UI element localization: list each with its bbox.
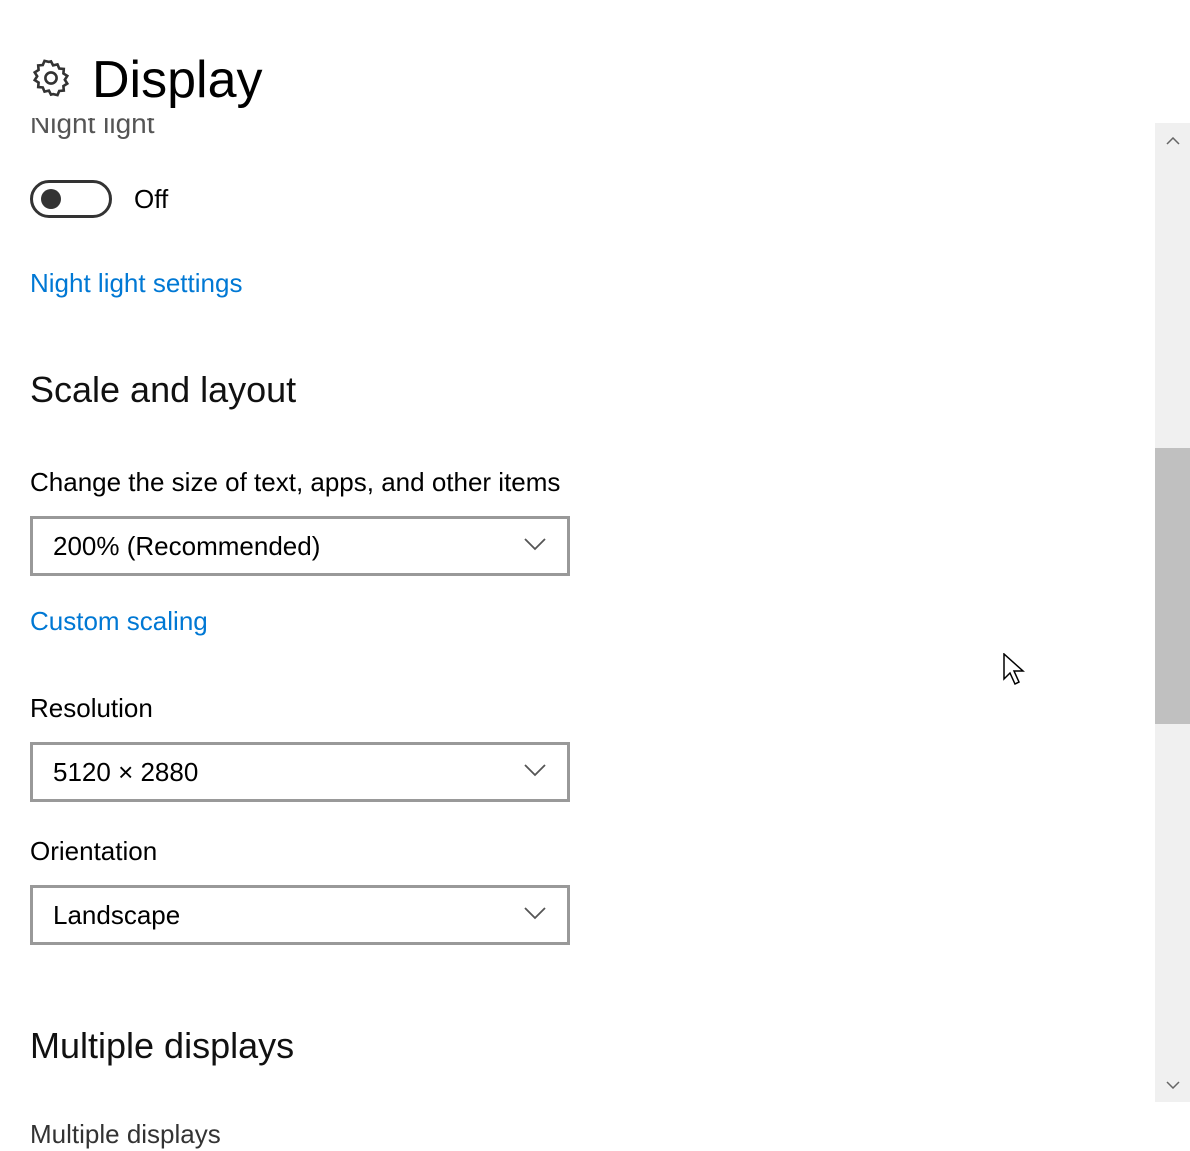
scale-size-dropdown[interactable]: 200% (Recommended)	[30, 516, 570, 576]
scroll-thumb[interactable]	[1155, 448, 1190, 724]
night-light-toggle[interactable]	[30, 180, 112, 218]
orientation-value: Landscape	[53, 900, 180, 931]
scale-size-label: Change the size of text, apps, and other…	[30, 467, 1070, 498]
toggle-knob	[41, 189, 61, 209]
scroll-down-arrow[interactable]	[1155, 1067, 1190, 1102]
night-light-toggle-row: Off	[30, 180, 1070, 218]
night-light-state: Off	[134, 184, 168, 215]
vertical-scrollbar[interactable]	[1155, 123, 1190, 1102]
orientation-label: Orientation	[30, 836, 1070, 867]
content-area: Night light Off Night light settings Sca…	[0, 110, 1100, 1151]
scroll-track[interactable]	[1155, 158, 1190, 1067]
resolution-dropdown[interactable]: 5120 × 2880	[30, 742, 570, 802]
multiple-displays-heading: Multiple displays	[30, 1025, 1070, 1067]
multiple-displays-label: Multiple displays	[30, 1123, 1070, 1151]
resolution-value: 5120 × 2880	[53, 757, 198, 788]
chevron-down-icon	[523, 906, 547, 925]
resolution-label: Resolution	[30, 693, 1070, 724]
night-light-label: Night light	[30, 118, 1070, 144]
chevron-down-icon	[523, 537, 547, 556]
scale-size-value: 200% (Recommended)	[53, 531, 320, 562]
orientation-dropdown[interactable]: Landscape	[30, 885, 570, 945]
scale-layout-heading: Scale and layout	[30, 369, 1070, 411]
chevron-down-icon	[523, 763, 547, 782]
custom-scaling-link[interactable]: Custom scaling	[30, 606, 208, 637]
page-header: Display	[0, 0, 1190, 110]
night-light-settings-link[interactable]: Night light settings	[30, 268, 242, 299]
page-title: Display	[92, 50, 263, 110]
scroll-up-arrow[interactable]	[1155, 123, 1190, 158]
gear-icon	[30, 57, 72, 104]
